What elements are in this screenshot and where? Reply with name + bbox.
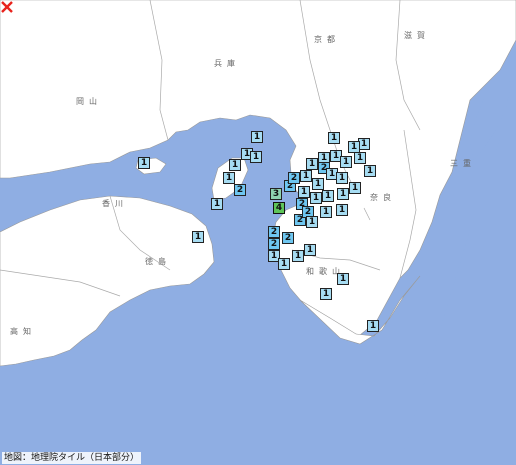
- intensity-marker: 1: [328, 132, 340, 144]
- pref-label-okayama: 岡山: [76, 97, 102, 106]
- intensity-marker: 1: [354, 152, 366, 164]
- intensity-marker: 1: [336, 172, 348, 184]
- map-attribution: 地図：地理院タイル（日本部分）: [2, 452, 142, 464]
- intensity-marker: 1: [337, 273, 349, 285]
- shikoku-land: [0, 195, 215, 367]
- intensity-marker: 1: [300, 170, 312, 182]
- intensity-marker: 2: [234, 184, 246, 196]
- intensity-marker: 1: [278, 258, 290, 270]
- intensity-marker: 1: [322, 190, 334, 202]
- intensity-marker: 1: [312, 178, 324, 190]
- seismic-intensity-map: 兵庫 京都 滋賀 岡山 香川 徳島 奈良 三重 和歌山 高知 1 1 1 1 1…: [0, 0, 516, 465]
- intensity-marker: 1: [211, 198, 223, 210]
- intensity-marker: 1: [251, 131, 263, 143]
- intensity-marker: 1: [223, 172, 235, 184]
- intensity-marker: 1: [310, 192, 322, 204]
- intensity-marker: 1: [364, 165, 376, 177]
- intensity-marker: 1: [292, 250, 304, 262]
- intensity-marker: 2: [268, 226, 280, 238]
- intensity-marker: 1: [320, 288, 332, 300]
- intensity-marker: 1: [229, 159, 241, 171]
- intensity-marker: 1: [138, 157, 150, 169]
- intensity-marker: 1: [306, 158, 318, 170]
- pref-label-tokushima: 徳島: [145, 257, 171, 266]
- intensity-marker: 1: [298, 186, 310, 198]
- intensity-marker: 1: [336, 204, 348, 216]
- intensity-marker: 1: [306, 216, 318, 228]
- intensity-marker: 1: [367, 320, 379, 332]
- pref-label-nara: 奈良: [370, 193, 396, 202]
- intensity-marker: 3: [270, 188, 282, 200]
- epicenter-x-icon: [1, 1, 13, 13]
- pref-label-shiga: 滋賀: [404, 31, 430, 40]
- intensity-marker: 1: [304, 244, 316, 256]
- intensity-marker: 2: [268, 238, 280, 250]
- pref-label-hyogo: 兵庫: [214, 59, 240, 68]
- pref-label-kagawa: 香川: [102, 199, 128, 208]
- pref-label-kochi: 高知: [10, 327, 36, 336]
- intensity-marker: 1: [320, 206, 332, 218]
- intensity-marker: 1: [349, 182, 361, 194]
- pref-label-kyoto: 京都: [314, 35, 340, 44]
- base-map: [0, 0, 516, 465]
- pref-label-mie: 三重: [450, 159, 476, 168]
- intensity-marker: 1: [250, 151, 262, 163]
- intensity-marker: 1: [192, 231, 204, 243]
- intensity-marker: 1: [337, 188, 349, 200]
- intensity-marker: 2: [282, 232, 294, 244]
- intensity-marker: 2: [288, 172, 300, 184]
- intensity-marker-max: 4: [273, 202, 285, 214]
- intensity-marker: 1: [340, 156, 352, 168]
